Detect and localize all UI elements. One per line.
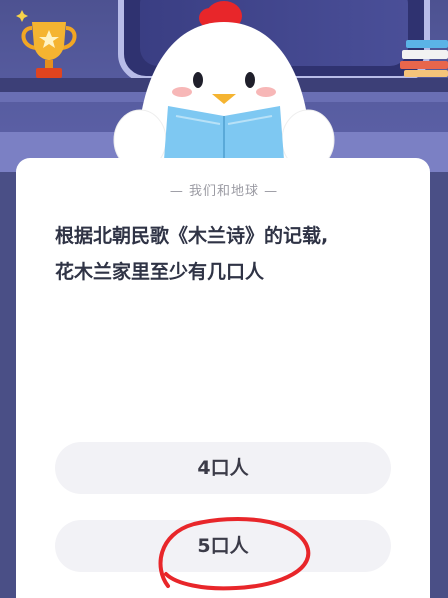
- red-circle-annotation: [158, 516, 311, 591]
- trophy-icon: [16, 10, 77, 78]
- chicken-mascot: [113, 1, 335, 170]
- quiz-screen: — 我们和地球 — 根据北朝民歌《木兰诗》的记载, 花木兰家里至少有几口人 4口…: [0, 0, 448, 598]
- books-icon: [400, 40, 448, 77]
- question-line-2: 花木兰家里至少有几口人: [55, 261, 265, 283]
- answer-option-1[interactable]: 4口人: [55, 442, 391, 494]
- question-text: 根据北朝民歌《木兰诗》的记载, 花木兰家里至少有几口人: [55, 218, 405, 290]
- question-line-1: 根据北朝民歌《木兰诗》的记载,: [55, 225, 329, 247]
- category-label: — 我们和地球 —: [169, 184, 279, 199]
